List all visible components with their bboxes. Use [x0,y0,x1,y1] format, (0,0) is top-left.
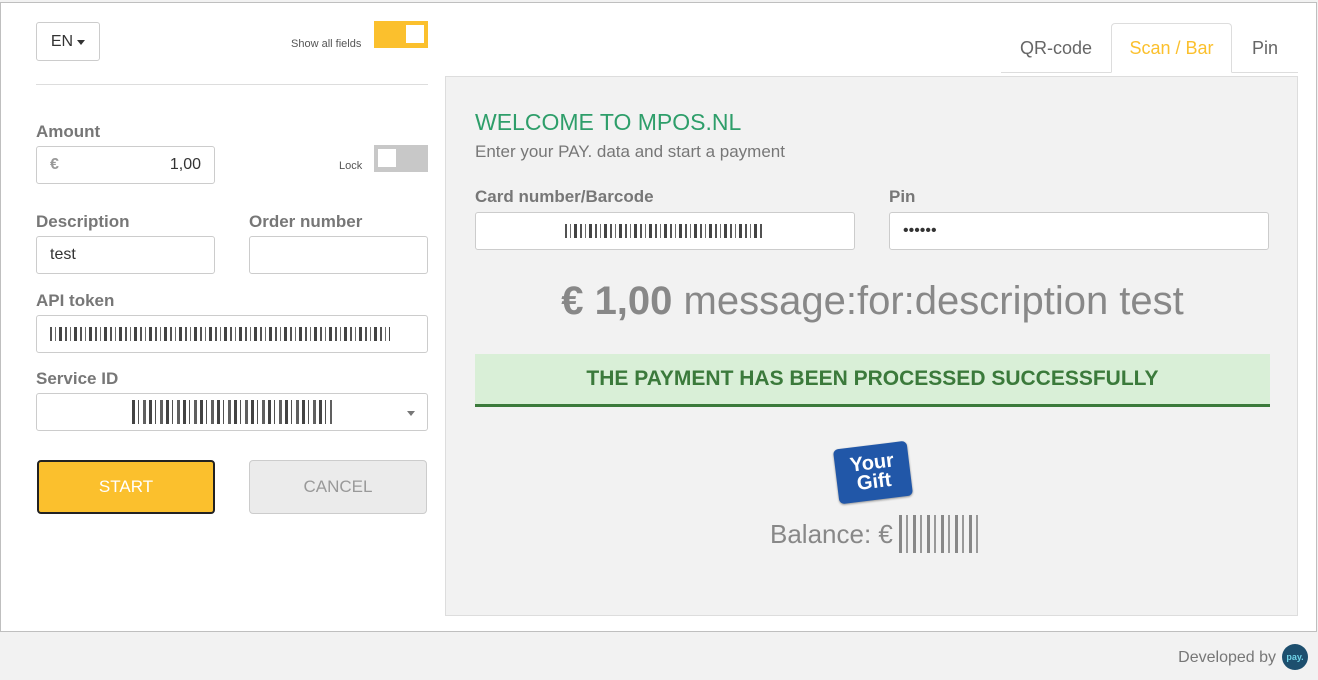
redacted-value [132,400,332,424]
welcome-title: WELCOME TO MPOS.NL [475,109,742,135]
card-number-label: Card number/Barcode [475,187,654,206]
welcome-subtitle: Enter your PAY. data and start a payment [475,142,785,161]
caret-down-icon [77,40,86,45]
card-number-input[interactable] [475,212,855,250]
tab-qr-code[interactable]: QR-code [1002,23,1110,73]
language-dropdown[interactable]: EN [36,22,100,61]
show-all-fields-label: Show all fields [291,38,362,50]
pay-logo[interactable]: pay. [1282,644,1308,670]
language-value: EN [50,32,74,50]
description-label: Description [36,212,130,231]
balance-label: Balance: € [770,518,893,549]
tab-pin[interactable]: Pin [1233,23,1297,73]
redacted-value [898,515,983,553]
payment-message: message:for:description test [683,279,1184,323]
euro-icon: € [50,156,59,173]
service-id-select[interactable] [36,393,428,431]
description-input[interactable]: test [36,236,215,274]
lock-toggle[interactable] [374,145,428,172]
start-button[interactable]: START [37,460,215,514]
payment-panel: WELCOME TO MPOS.NL Enter your PAY. data … [445,76,1298,616]
amount-label: Amount [36,122,101,141]
pay-logo-text: pay. [1286,652,1304,662]
lock-label: Lock [339,160,363,172]
api-token-label: API token [36,291,115,310]
divider [36,84,428,85]
pin-input[interactable]: •••••• [889,212,1269,250]
success-banner: THE PAYMENT HAS BEEN PROCESSED SUCCESSFU… [475,354,1270,407]
order-number-input[interactable] [249,236,428,274]
app-frame: EN Show all fields Amount € 1,00 Lock De… [0,2,1317,632]
redacted-value [50,327,390,341]
payment-summary: € 1,00 message:for:description test [446,279,1299,324]
order-number-label: Order number [249,212,363,231]
toggle-knob [378,149,396,167]
cancel-button[interactable]: CANCEL [249,460,427,514]
amount-input[interactable]: € 1,00 [36,146,215,184]
pin-label: Pin [889,187,916,206]
pin-value: •••••• [903,222,937,239]
balance: Balance: € [770,515,983,553]
amount-value: 1,00 [169,156,201,173]
logo-text-line2: Gift [855,468,893,495]
show-all-fields-toggle[interactable] [374,21,428,48]
toggle-knob [406,25,424,43]
service-id-label: Service ID [36,369,119,388]
tab-scan-bar[interactable]: Scan / Bar [1111,23,1232,73]
chevron-down-icon [407,411,415,416]
developed-by-text: Developed by [1178,649,1276,666]
yourgift-logo: Your Gift [832,440,914,505]
description-value: test [50,246,76,263]
payment-amount: € 1,00 [561,279,673,323]
api-token-input[interactable] [36,315,428,353]
redacted-value [565,224,765,238]
